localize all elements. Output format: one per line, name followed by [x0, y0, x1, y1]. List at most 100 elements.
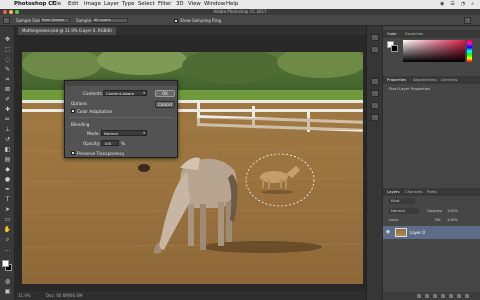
new-layer-icon[interactable] — [457, 294, 461, 298]
layer-row-layer-0[interactable]: ◉ Layer 0 — [383, 226, 480, 239]
eyedropper-preset-icon[interactable] — [3, 17, 10, 24]
search-icon[interactable] — [464, 17, 471, 24]
layer-opacity-value[interactable]: 100% — [447, 208, 458, 214]
tab-swatches[interactable]: Swatches — [405, 30, 423, 38]
document-tab[interactable]: Mothergroove.psd @ 11.9% (Layer 0, RGB/8… — [18, 27, 116, 35]
foreground-color-swatch[interactable] — [2, 260, 9, 267]
tab-channels[interactable]: Channels — [405, 188, 423, 196]
quick-select-tool-icon[interactable]: ✎ — [3, 66, 12, 73]
layer-opacity-label: Opacity: — [427, 208, 443, 213]
doc-size-info[interactable]: Doc: 60.6M/60.6M — [46, 291, 82, 300]
move-tool-icon[interactable]: ✥ — [3, 36, 12, 43]
color-panel-tabs: Color Swatches — [383, 30, 480, 38]
layer-name: Layer 0 — [410, 230, 425, 235]
zoom-tool-icon[interactable]: ⌕ — [3, 236, 12, 243]
menu-image[interactable]: Image — [84, 0, 101, 9]
edit-toolbar-icon[interactable]: … — [3, 246, 12, 253]
brush-tool-icon[interactable]: ✏ — [3, 116, 12, 123]
menu-filter[interactable]: Filter — [158, 0, 171, 9]
quick-mask-icon[interactable]: ◍ — [3, 278, 12, 285]
shape-tool-icon[interactable]: ▭ — [3, 216, 12, 223]
dodge-tool-icon[interactable]: ● — [3, 176, 12, 183]
paragraph-panel-icon[interactable] — [371, 90, 379, 97]
tab-color[interactable]: Color — [387, 30, 397, 38]
contents-value: Content-Aware — [106, 91, 135, 96]
fill-value[interactable]: 100% — [447, 217, 458, 223]
menu-app-name[interactable]: Photoshop CC — [14, 0, 56, 9]
adjustment-layer-icon[interactable] — [441, 294, 445, 298]
eraser-tool-icon[interactable]: ◧ — [3, 146, 12, 153]
menu-3d[interactable]: 3D — [176, 0, 184, 9]
layers-panel-footer — [383, 292, 480, 300]
type-tool-icon[interactable]: T — [3, 196, 12, 203]
preserve-transparency-label: Preserve Transparency — [77, 151, 125, 156]
gradient-tool-icon[interactable]: ▤ — [3, 156, 12, 163]
filter-kind-select[interactable]: Kind — [389, 198, 415, 204]
blur-tool-icon[interactable]: ◆ — [3, 166, 12, 173]
brush-panel-icon[interactable] — [371, 102, 379, 109]
show-sampling-ring-checkbox[interactable] — [174, 18, 178, 23]
show-sampling-ring-label: Show Sampling Ring — [180, 18, 222, 23]
fill-label: Fill: — [435, 217, 442, 222]
trash-icon[interactable] — [465, 294, 469, 298]
color-bg-swatch[interactable] — [391, 45, 398, 52]
zoom-level[interactable]: 11.9% — [18, 291, 31, 300]
clone-stamp-tool-icon[interactable]: ⊥ — [3, 126, 12, 133]
preserve-transparency-checkbox[interactable] — [71, 151, 75, 155]
link-layers-icon[interactable] — [417, 294, 421, 298]
opacity-unit: % — [121, 141, 125, 146]
menu-type[interactable]: Type — [122, 0, 134, 9]
tab-properties[interactable]: Properties — [387, 76, 406, 84]
contents-label: Contents: — [83, 91, 104, 96]
eyedropper-tool-icon[interactable]: ✐ — [3, 96, 12, 103]
layers-panel-tabs: Layers Channels Paths — [383, 188, 480, 196]
path-select-tool-icon[interactable]: ➤ — [3, 206, 12, 213]
mode-label: Mode: — [87, 131, 100, 136]
cancel-button[interactable]: Cancel — [155, 101, 175, 108]
menu-help[interactable]: Help — [226, 0, 238, 9]
opacity-input[interactable]: 100 — [101, 140, 119, 146]
history-panel-icon[interactable] — [371, 34, 379, 41]
dialog-title-bar[interactable] — [65, 81, 177, 86]
fx-icon[interactable] — [425, 294, 429, 298]
menu-view[interactable]: View — [188, 0, 201, 9]
sample-size-select[interactable]: Point Sample — [40, 18, 70, 23]
screen-mode-icon[interactable]: ▣ — [3, 288, 12, 295]
marquee-tool-icon[interactable]: ⬚ — [3, 46, 12, 53]
visibility-eye-icon[interactable]: ◉ — [386, 229, 390, 236]
tab-layers[interactable]: Layers — [387, 188, 400, 196]
mask-icon[interactable] — [433, 294, 437, 298]
frame-tool-icon[interactable]: ⊠ — [3, 86, 12, 93]
pen-tool-icon[interactable]: ✒ — [3, 186, 12, 193]
tab-libraries[interactable]: Libraries — [441, 76, 457, 84]
menu-window[interactable]: Window — [204, 0, 225, 9]
healing-brush-tool-icon[interactable]: ✚ — [3, 106, 12, 113]
menu-layer[interactable]: Layer — [104, 0, 119, 9]
document-tab-bar: Mothergroove.psd @ 11.9% (Layer 0, RGB/8… — [16, 26, 366, 35]
menu-file[interactable]: File — [52, 0, 61, 9]
crop-tool-icon[interactable]: ⌗ — [3, 76, 12, 83]
hue-slider[interactable] — [467, 40, 472, 62]
actions-panel-icon[interactable] — [371, 46, 379, 53]
blend-mode-select[interactable]: Normal — [389, 208, 419, 214]
menu-select[interactable]: Select — [138, 0, 155, 9]
clone-source-panel-icon[interactable] — [371, 114, 379, 121]
ok-button[interactable]: OK — [155, 90, 175, 97]
blending-heading: Blending — [71, 122, 90, 127]
fill-dialog: Contents: Content-Aware ▾ OK Cancel Opti… — [64, 80, 178, 158]
color-field[interactable] — [403, 40, 465, 62]
lasso-tool-icon[interactable]: ◌ — [3, 56, 12, 63]
menu-edit[interactable]: Edit — [68, 0, 78, 9]
character-panel-icon[interactable] — [371, 78, 379, 85]
history-brush-tool-icon[interactable]: ↺ — [3, 136, 12, 143]
mode-select[interactable]: Normal ▾ — [101, 130, 147, 136]
tab-paths[interactable]: Paths — [427, 188, 437, 196]
tab-adjustments[interactable]: Adjustments — [413, 76, 437, 84]
status-icons: ◉ ☰ ◔ ⌕ — [439, 1, 474, 7]
group-icon[interactable] — [449, 294, 453, 298]
hand-tool-icon[interactable]: ✋ — [3, 226, 12, 233]
color-adaptation-checkbox[interactable] — [71, 109, 75, 113]
options-bar: Sample Size: Point Sample Sample: All La… — [0, 15, 480, 26]
contents-select[interactable]: Content-Aware ▾ — [103, 90, 147, 96]
sample-select[interactable]: All Layers — [92, 18, 128, 23]
